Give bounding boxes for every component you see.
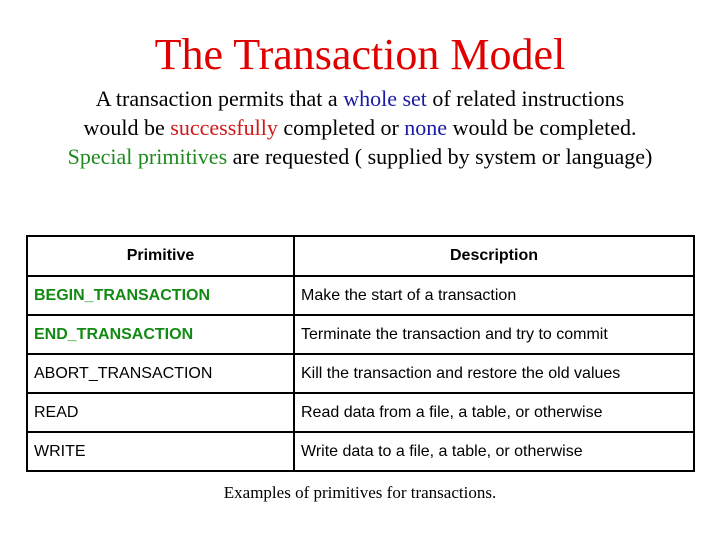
table-row: ABORT_TRANSACTION Kill the transaction an… [26, 353, 695, 394]
primitive-cell: WRITE [26, 431, 295, 472]
intro-text: completed or [277, 115, 405, 140]
table-caption: Examples of primitives for transactions. [223, 483, 497, 502]
primitive-cell: END_TRANSACTION [26, 314, 295, 355]
intro-text: would be completed. [447, 115, 637, 140]
intro-line-1: A transaction permits that a whole set o… [0, 84, 720, 113]
intro-line-2: would be successfully completed or none … [0, 113, 720, 142]
description-cell: Terminate the transaction and try to com… [293, 314, 695, 355]
primitive-cell: READ [26, 392, 295, 433]
table-row: END_TRANSACTION Terminate the transaction… [26, 314, 695, 355]
highlight-none: none [404, 115, 448, 140]
primitive-cell: BEGIN_TRANSACTION [26, 275, 295, 316]
highlight-whole-set: whole set [343, 86, 427, 111]
table-header-row: Primitive Description [26, 235, 695, 277]
intro-paragraph: A transaction permits that a whole set o… [0, 84, 720, 171]
column-header-description: Description [293, 235, 695, 277]
primitives-table: Primitive Description BEGIN_TRANSACTION M… [26, 235, 695, 472]
highlight-successfully: successfully [170, 115, 278, 140]
intro-line-3: Special primitives are requested ( suppl… [0, 142, 720, 171]
intro-text: A transaction permits that a [95, 86, 344, 111]
intro-text: of related instructions [426, 86, 625, 111]
description-cell: Write data to a file, a table, or otherw… [293, 431, 695, 472]
table-row: WRITE Write data to a file, a table, or o… [26, 431, 695, 472]
intro-text: are requested ( supplied by system or la… [227, 144, 653, 169]
primitive-cell: ABORT_TRANSACTION [26, 353, 295, 394]
slide-title: The Transaction Model [154, 30, 566, 79]
table-row: BEGIN_TRANSACTION Make the start of a tra… [26, 275, 695, 316]
description-cell: Read data from a file, a table, or other… [293, 392, 695, 433]
intro-text: would be [83, 115, 171, 140]
column-header-primitive: Primitive [26, 235, 295, 277]
highlight-special-primitives: Special primitives [67, 144, 228, 169]
description-cell: Make the start of a transaction [293, 275, 695, 316]
table-row: READ Read data from a file, a table, or o… [26, 392, 695, 433]
description-cell: Kill the transaction and restore the old… [293, 353, 695, 394]
